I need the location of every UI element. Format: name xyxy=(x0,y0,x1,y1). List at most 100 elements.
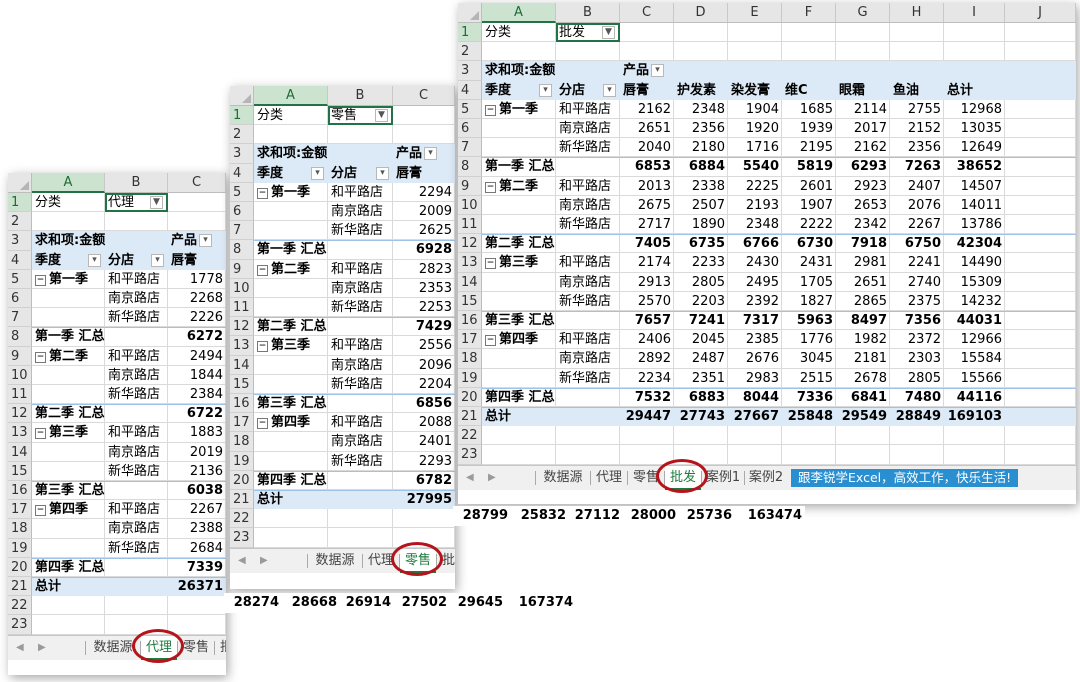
value-cell[interactable]: 2675 xyxy=(620,196,674,215)
grand-total-value[interactable]: 27667 xyxy=(728,407,782,426)
row-header[interactable]: 2 xyxy=(8,212,32,232)
grid-cell[interactable] xyxy=(1005,387,1076,407)
value-cell[interactable]: 2180 xyxy=(674,138,728,157)
value-cell[interactable]: 8497 xyxy=(836,311,890,330)
grid-cell[interactable] xyxy=(482,119,556,139)
value-cell[interactable]: 2045 xyxy=(674,330,728,349)
grid-cell[interactable] xyxy=(32,442,105,462)
value-cell[interactable]: 6730 xyxy=(782,234,836,253)
row-header[interactable]: 8 xyxy=(230,240,254,260)
value-cell[interactable]: 2401 xyxy=(393,432,455,451)
value-cell[interactable]: 2372 xyxy=(890,330,944,349)
value-cell[interactable]: 2076 xyxy=(890,196,944,215)
row-header[interactable]: 18 xyxy=(8,519,32,539)
column-header-f[interactable]: F xyxy=(782,3,836,23)
season-label[interactable]: − 第四季 xyxy=(32,500,105,519)
grid-cell[interactable] xyxy=(1005,349,1076,369)
scroll-left-arrow[interactable]: ◀ xyxy=(16,636,24,660)
value-cell[interactable]: 6856 xyxy=(393,394,455,413)
value-cell[interactable]: 2570 xyxy=(620,292,674,311)
grid-cell[interactable] xyxy=(836,42,890,62)
collapse-icon[interactable]: − xyxy=(485,181,496,193)
value-cell[interactable]: 2981 xyxy=(836,253,890,272)
grand-total-value[interactable]: 27995 xyxy=(393,490,455,509)
value-cell[interactable]: 1827 xyxy=(782,292,836,311)
grid-cell[interactable] xyxy=(556,426,620,446)
grid-cell[interactable] xyxy=(32,596,105,616)
grand-total-value[interactable]: 25848 xyxy=(782,407,836,426)
value-cell[interactable]: 2294 xyxy=(393,183,455,202)
value-cell[interactable]: 7263 xyxy=(890,157,944,176)
row-header[interactable]: 5 xyxy=(8,269,32,289)
row-header[interactable]: 19 xyxy=(8,538,32,558)
row-header[interactable]: 5 xyxy=(230,182,254,202)
value-cell[interactable]: 13786 xyxy=(944,215,1005,234)
row-header[interactable]: 20 xyxy=(230,470,254,490)
row-header[interactable]: 15 xyxy=(8,461,32,481)
row-header[interactable]: 11 xyxy=(230,298,254,318)
value-cell[interactable]: 12966 xyxy=(944,330,1005,349)
row-header[interactable]: 11 xyxy=(8,385,32,405)
value-cell[interactable]: 14507 xyxy=(944,177,1005,196)
season-label[interactable]: − 第一季 xyxy=(254,183,328,202)
grid-cell[interactable] xyxy=(482,138,556,158)
grid-cell[interactable] xyxy=(254,374,328,394)
row-header[interactable]: 23 xyxy=(458,445,482,465)
row-header[interactable]: 4 xyxy=(230,163,254,183)
column-header-d[interactable]: D xyxy=(674,3,728,23)
value-cell[interactable]: 1982 xyxy=(836,330,890,349)
value-cell[interactable]: 2717 xyxy=(620,215,674,234)
value-cell[interactable]: 2348 xyxy=(728,215,782,234)
value-cell[interactable]: 2487 xyxy=(674,349,728,368)
row-header[interactable]: 13 xyxy=(230,336,254,356)
value-cell[interactable]: 7336 xyxy=(782,388,836,407)
grid-cell[interactable] xyxy=(556,445,620,465)
value-cell[interactable]: 2384 xyxy=(168,385,226,404)
value-cell[interactable]: 2267 xyxy=(890,215,944,234)
value-cell[interactable]: 2923 xyxy=(836,177,890,196)
row-header[interactable]: 22 xyxy=(458,426,482,446)
scroll-right-arrow[interactable]: ▶ xyxy=(260,549,268,573)
grid-cell[interactable] xyxy=(254,528,328,548)
grid-cell[interactable] xyxy=(1005,23,1076,43)
row-header[interactable]: 16 xyxy=(8,481,32,501)
grid-cell[interactable] xyxy=(32,212,105,232)
row-header[interactable]: 17 xyxy=(230,413,254,433)
row-header[interactable]: 15 xyxy=(458,291,482,311)
row-header[interactable]: 21 xyxy=(8,577,32,597)
value-cell[interactable]: 7657 xyxy=(620,311,674,330)
row-header[interactable]: 9 xyxy=(230,259,254,279)
grand-total-value[interactable]: 29549 xyxy=(836,407,890,426)
column-header-j[interactable]: J xyxy=(1005,3,1076,23)
row-header[interactable]: 22 xyxy=(230,509,254,529)
grid-cell[interactable] xyxy=(620,23,674,43)
value-cell[interactable]: 2494 xyxy=(168,347,226,366)
value-cell[interactable]: 2515 xyxy=(782,369,836,388)
row-header[interactable]: 7 xyxy=(8,308,32,328)
season-label[interactable]: − 第三季 xyxy=(254,336,328,355)
value-cell[interactable]: 2430 xyxy=(728,253,782,272)
grid-cell[interactable] xyxy=(254,432,328,452)
product-filter-dropdown-icon[interactable]: ▾ xyxy=(424,147,437,161)
grid-cell[interactable] xyxy=(32,289,105,309)
value-cell[interactable]: 6735 xyxy=(674,234,728,253)
value-cell[interactable]: 7356 xyxy=(890,311,944,330)
grid-cell[interactable] xyxy=(254,298,328,318)
value-cell[interactable]: 14011 xyxy=(944,196,1005,215)
grid-cell[interactable] xyxy=(674,42,728,62)
value-cell[interactable]: 2019 xyxy=(168,443,226,462)
value-cell[interactable]: 2601 xyxy=(782,177,836,196)
collapse-icon[interactable]: − xyxy=(35,505,46,517)
grid-cell[interactable] xyxy=(1005,311,1076,331)
column-header-c[interactable]: C xyxy=(620,3,674,23)
value-cell[interactable]: 14490 xyxy=(944,253,1005,272)
select-all-corner[interactable] xyxy=(458,3,482,23)
value-cell[interactable]: 2195 xyxy=(782,138,836,157)
value-cell[interactable]: 7429 xyxy=(393,317,455,336)
row-header[interactable]: 2 xyxy=(230,125,254,145)
grid-cell[interactable] xyxy=(556,42,620,62)
row-header[interactable]: 1 xyxy=(230,106,254,126)
row-header[interactable]: 1 xyxy=(458,23,482,43)
grid-cell[interactable] xyxy=(482,272,556,292)
row-header[interactable]: 19 xyxy=(458,368,482,388)
